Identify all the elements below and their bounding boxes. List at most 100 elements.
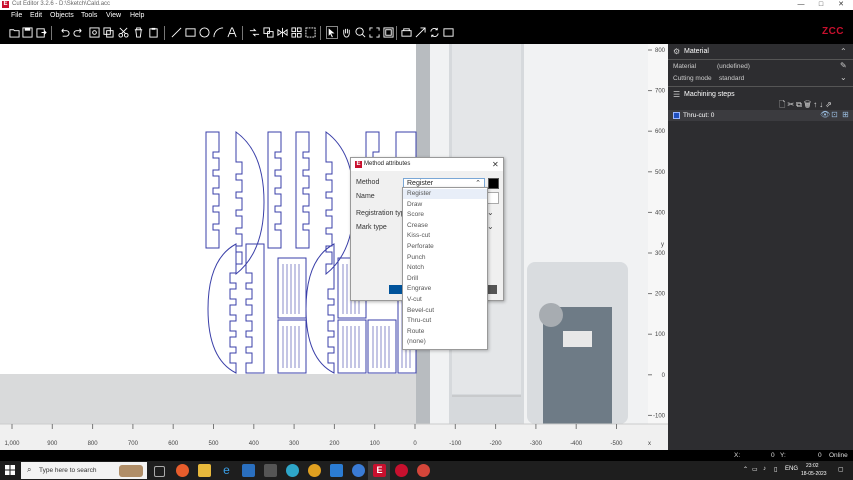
method-option-kiss-cut[interactable]: Kiss-cut	[407, 231, 485, 241]
tray-overflow-icon[interactable]: ⌃	[743, 466, 748, 473]
method-option-v-cut[interactable]: V-cut	[407, 295, 485, 305]
menu-view[interactable]: View	[106, 12, 121, 19]
chrome-profile-icon[interactable]	[417, 464, 430, 477]
chat-app-icon[interactable]	[330, 464, 343, 477]
circle-tool-icon[interactable]	[198, 26, 210, 39]
array-icon[interactable]	[290, 26, 302, 39]
settings-icon[interactable]: ⊞	[842, 110, 849, 119]
machining-steps-icon: ☰	[673, 90, 681, 99]
open-file-icon[interactable]	[8, 26, 20, 39]
browser-icon[interactable]	[352, 464, 365, 477]
machine-icon[interactable]	[400, 26, 412, 39]
cut-editor-taskbar-icon[interactable]: E	[373, 464, 386, 477]
drawing-canvas[interactable]: 1,000 900 800 700 600 500 400 300 200 100 0 -100 -20…	[0, 44, 668, 450]
clock-date[interactable]: 18-05-2023	[801, 471, 827, 477]
group-icon[interactable]	[304, 26, 316, 39]
rectangle-tool-icon[interactable]	[184, 26, 196, 39]
method-option-draw[interactable]: Draw	[407, 200, 485, 210]
chevron-down-icon[interactable]: ⌄	[487, 222, 494, 231]
send-to-cutter-icon[interactable]	[414, 26, 426, 39]
workspace-icon[interactable]	[442, 26, 454, 39]
x-coordinate-value: 0	[771, 452, 775, 459]
delete-icon[interactable]	[132, 26, 144, 39]
offset-icon[interactable]	[262, 26, 274, 39]
chrome-icon[interactable]	[308, 464, 321, 477]
method-label: Method	[356, 179, 380, 186]
method-option-notch[interactable]: Notch	[407, 263, 485, 273]
task-view-icon[interactable]	[154, 466, 165, 477]
maximize-button[interactable]: □	[811, 0, 831, 10]
minimize-button[interactable]: —	[791, 0, 811, 10]
notification-icon[interactable]: ▢	[838, 466, 844, 473]
windows-start-icon[interactable]	[5, 465, 15, 475]
sync-icon[interactable]	[428, 26, 440, 39]
material-value[interactable]: (undefined)	[717, 63, 750, 70]
method-option-perforate[interactable]: Perforate	[407, 242, 485, 252]
method-option-thru-cut[interactable]: Thru-cut	[407, 316, 485, 326]
file-explorer-icon[interactable]	[198, 464, 211, 477]
copy-icon[interactable]	[102, 26, 114, 39]
dialog-close-icon[interactable]: ✕	[492, 160, 499, 169]
mirror-icon[interactable]	[276, 26, 288, 39]
x-axis-letter: x	[648, 441, 651, 447]
export-icon[interactable]	[35, 26, 47, 39]
lock-icon[interactable]: ⊡	[831, 110, 838, 119]
collapse-icon[interactable]: ⌃	[840, 47, 847, 56]
text-tool-icon[interactable]	[226, 26, 238, 39]
pan-hand-icon[interactable]	[340, 26, 352, 39]
join-icon[interactable]	[248, 26, 260, 39]
menu-objects[interactable]: Objects	[50, 12, 74, 19]
zoom-window-icon[interactable]	[382, 26, 394, 39]
save-icon[interactable]	[21, 26, 33, 39]
speaker-icon[interactable]: ♪	[763, 466, 766, 472]
arc-tool-icon[interactable]	[212, 26, 224, 39]
select-pointer-icon[interactable]	[326, 26, 338, 39]
cut-step-icon[interactable]: ✂	[787, 100, 796, 109]
paste-icon[interactable]	[147, 26, 159, 39]
eye-visibility-icon[interactable]: 👁	[820, 110, 830, 119]
method-option-engrave[interactable]: Engrave	[407, 284, 485, 294]
redo-icon[interactable]	[72, 26, 84, 39]
undo-icon[interactable]	[58, 26, 70, 39]
menu-tools[interactable]: Tools	[81, 12, 97, 19]
store-icon[interactable]	[242, 464, 255, 477]
line-tool-icon[interactable]	[170, 26, 182, 39]
delete-step-icon[interactable]: 🗑	[804, 100, 813, 109]
method-option-drill[interactable]: Drill	[407, 274, 485, 284]
edit-pencil-icon[interactable]: ✎	[840, 61, 847, 70]
clock-time[interactable]: 23:02	[806, 463, 819, 469]
x-ruler-label: 600	[168, 441, 179, 447]
cutting-mode-value[interactable]: standard	[719, 75, 744, 82]
zoom-extents-icon[interactable]	[368, 26, 380, 39]
export-step-icon[interactable]: ⇗	[825, 100, 834, 109]
close-window-button[interactable]: ✕	[831, 0, 851, 10]
name-field[interactable]	[487, 192, 499, 204]
method-color-swatch[interactable]	[488, 178, 499, 189]
battery-icon[interactable]: ▯	[774, 466, 777, 473]
method-option-score[interactable]: Score	[407, 210, 485, 220]
menu-edit[interactable]: Edit	[30, 12, 42, 19]
method-option-route[interactable]: Route	[407, 327, 485, 337]
menu-bar: File Edit Objects Tools View Help	[0, 10, 853, 23]
cut-icon[interactable]	[117, 26, 129, 39]
menu-file[interactable]: File	[11, 12, 22, 19]
method-option-register[interactable]: Register	[403, 189, 487, 199]
firefox-icon[interactable]	[176, 464, 189, 477]
menu-help[interactable]: Help	[130, 12, 144, 19]
zoom-fit-icon[interactable]	[88, 26, 100, 39]
chevron-down-icon[interactable]: ⌄	[487, 208, 494, 217]
copy-step-icon[interactable]: ⧉	[796, 100, 804, 109]
method-option-punch[interactable]: Punch	[407, 253, 485, 263]
cutter-app-icon[interactable]	[395, 464, 408, 477]
settings-app-icon[interactable]	[264, 464, 277, 477]
method-option-bevel-cut[interactable]: Bevel-cut	[407, 306, 485, 316]
internet-explorer-icon[interactable]: e	[220, 464, 233, 477]
method-option-none[interactable]: (none)	[407, 337, 485, 347]
language-indicator[interactable]: ENG	[785, 466, 798, 472]
zoom-icon[interactable]	[354, 26, 366, 39]
chevron-down-icon[interactable]: ⌄	[840, 73, 847, 82]
method-option-crease[interactable]: Crease	[407, 221, 485, 231]
taskbar-search-box[interactable]: ⌕ Type here to search	[21, 462, 147, 479]
edge-icon[interactable]	[286, 464, 299, 477]
network-icon[interactable]: ▭	[752, 466, 758, 473]
